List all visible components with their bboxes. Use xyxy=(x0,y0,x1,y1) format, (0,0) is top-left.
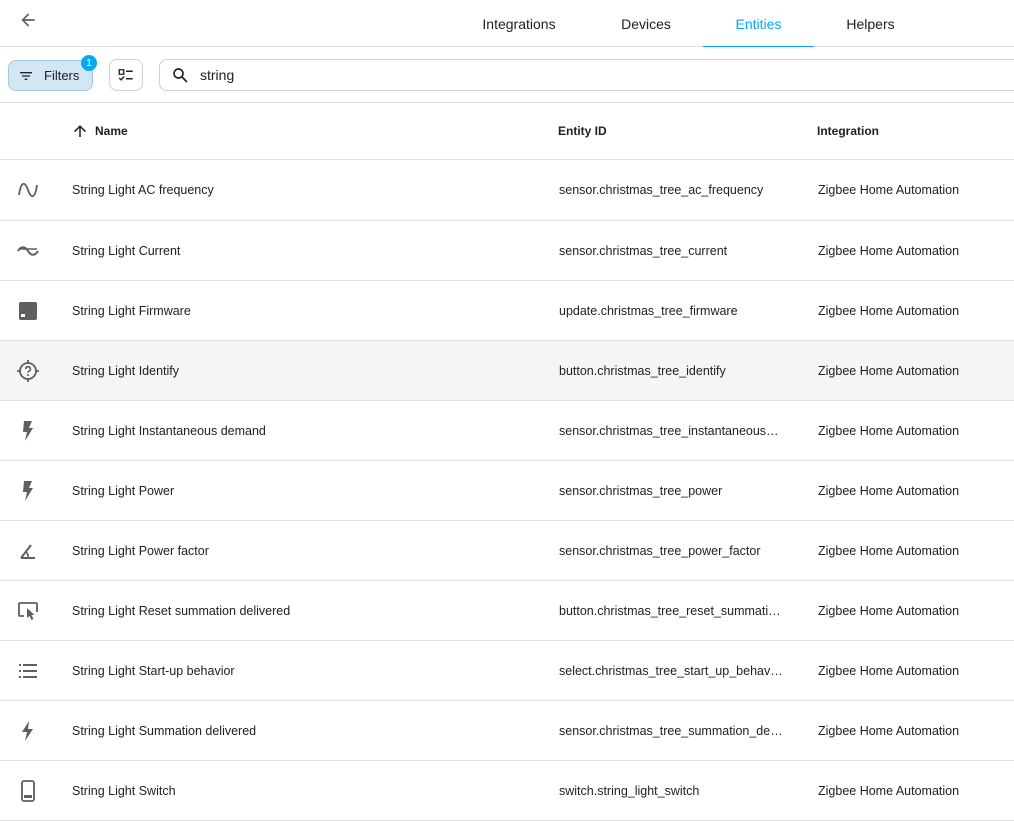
entity-name: String Light Current xyxy=(72,243,181,258)
arrow-left-icon xyxy=(18,10,38,30)
table-row[interactable]: String Light Current sensor.christmas_tr… xyxy=(0,221,1014,281)
entity-integration: Zigbee Home Automation xyxy=(818,663,960,678)
angle-acute-icon xyxy=(16,539,40,563)
column-header-integration[interactable]: Integration xyxy=(817,103,879,159)
table-row[interactable]: String Light Reset summation delivered b… xyxy=(0,581,1014,641)
column-header-name[interactable]: Name xyxy=(71,103,128,159)
entity-integration: Zigbee Home Automation xyxy=(818,243,960,258)
entity-id: sensor.christmas_tree_current xyxy=(559,244,728,258)
gesture-tap-button-icon xyxy=(16,599,40,623)
filters-label: Filters xyxy=(44,68,80,83)
entity-id: sensor.christmas_tree_summation_de… xyxy=(559,724,783,738)
table-row[interactable]: String Light Power sensor.christmas_tree… xyxy=(0,461,1014,521)
entity-name: String Light Reset summation delivered xyxy=(72,603,291,618)
tab-entities[interactable]: Entities xyxy=(703,0,814,48)
column-header-name-label: Name xyxy=(95,124,128,138)
column-header-entity-id[interactable]: Entity ID xyxy=(558,103,607,159)
flash-icon xyxy=(16,419,40,443)
entity-id: update.christmas_tree_firmware xyxy=(559,304,738,318)
entity-integration: Zigbee Home Automation xyxy=(818,783,960,798)
crosshairs-question-icon xyxy=(16,359,40,383)
table-row[interactable]: String Light Instantaneous demand sensor… xyxy=(0,401,1014,461)
entity-name: String Light Power xyxy=(72,483,175,498)
table-header: Name Entity ID Integration xyxy=(0,103,1014,160)
table-row[interactable]: String Light Switch switch.string_light_… xyxy=(0,761,1014,821)
entity-integration: Zigbee Home Automation xyxy=(818,543,960,558)
entity-name: String Light Instantaneous demand xyxy=(72,423,266,438)
entity-name: String Light Switch xyxy=(72,783,176,798)
tab-helpers[interactable]: Helpers xyxy=(829,0,912,47)
search-icon xyxy=(171,66,189,84)
filter-variant-icon xyxy=(18,68,34,84)
selection-mode-button[interactable] xyxy=(109,59,143,91)
filter-count-badge: 1 xyxy=(81,55,97,71)
entity-id: button.christmas_tree_identify xyxy=(559,364,726,378)
flash-icon xyxy=(16,479,40,503)
table-row[interactable]: String Light Start-up behavior select.ch… xyxy=(0,641,1014,701)
entity-id: sensor.christmas_tree_ac_frequency xyxy=(559,183,764,197)
format-list-bulleted-icon xyxy=(16,659,40,683)
entity-id: select.christmas_tree_start_up_behav… xyxy=(559,664,783,678)
entity-id: switch.string_light_switch xyxy=(559,784,700,798)
entity-integration: Zigbee Home Automation xyxy=(818,483,960,498)
entity-integration: Zigbee Home Automation xyxy=(818,183,960,197)
entity-table-body: String Light AC frequency sensor.christm… xyxy=(0,160,1014,821)
select-mode-icon xyxy=(117,66,135,84)
search-field[interactable] xyxy=(159,59,1014,91)
entity-name: String Light AC frequency xyxy=(72,183,214,197)
cellphone-icon xyxy=(16,779,40,803)
package-up-icon xyxy=(16,299,40,323)
table-row[interactable]: String Light Firmware update.christmas_t… xyxy=(0,281,1014,341)
current-ac-icon xyxy=(16,239,40,263)
entity-id: button.christmas_tree_reset_summati… xyxy=(559,604,781,618)
table-row[interactable]: String Light Power factor sensor.christm… xyxy=(0,521,1014,581)
search-input[interactable] xyxy=(200,67,980,83)
entity-name: String Light Summation delivered xyxy=(72,723,257,738)
top-bar: Integrations Devices Entities Helpers xyxy=(0,0,1014,48)
filter-toolbar: Filters 1 xyxy=(0,47,1014,103)
table-row[interactable]: String Light Summation delivered sensor.… xyxy=(0,701,1014,761)
tab-integrations[interactable]: Integrations xyxy=(466,0,572,47)
entity-id: sensor.christmas_tree_instantaneous… xyxy=(559,424,779,438)
entity-id: sensor.christmas_tree_power_factor xyxy=(559,544,761,558)
lightning-bolt-icon xyxy=(16,719,40,743)
arrow-up-icon xyxy=(71,122,89,140)
back-button[interactable] xyxy=(12,4,44,36)
entity-name: String Light Firmware xyxy=(72,303,191,318)
sine-wave-icon xyxy=(16,178,40,202)
entity-integration: Zigbee Home Automation xyxy=(818,603,960,618)
entity-integration: Zigbee Home Automation xyxy=(818,423,960,438)
entity-id: sensor.christmas_tree_power xyxy=(559,484,723,498)
entity-name: String Light Power factor xyxy=(72,543,209,558)
entity-name: String Light Start-up behavior xyxy=(72,663,235,678)
table-row[interactable]: String Light AC frequency sensor.christm… xyxy=(0,160,1014,221)
entity-integration: Zigbee Home Automation xyxy=(818,303,960,318)
tab-devices[interactable]: Devices xyxy=(603,0,689,47)
entity-name: String Light Identify xyxy=(72,363,180,378)
entity-integration: Zigbee Home Automation xyxy=(818,363,960,378)
entity-integration: Zigbee Home Automation xyxy=(818,723,960,738)
table-row[interactable]: String Light Identify button.christmas_t… xyxy=(0,341,1014,401)
